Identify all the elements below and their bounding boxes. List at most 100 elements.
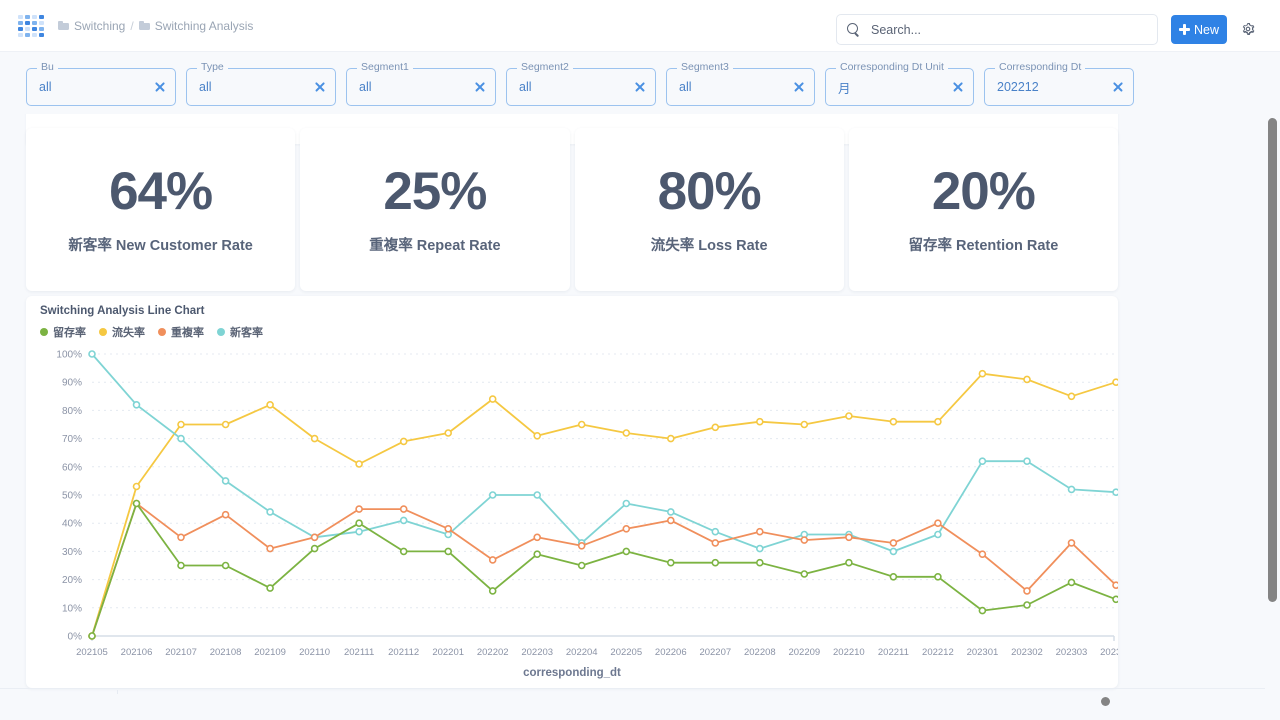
vertical-scrollbar[interactable] (1265, 52, 1280, 720)
data-point[interactable] (221, 420, 230, 429)
data-point[interactable] (355, 527, 363, 536)
data-point[interactable] (355, 519, 363, 527)
search-input[interactable] (869, 21, 1147, 38)
data-point[interactable] (666, 434, 675, 443)
data-point[interactable] (488, 395, 497, 403)
data-point[interactable] (889, 547, 898, 556)
data-point[interactable] (310, 544, 319, 553)
data-point[interactable] (533, 491, 542, 499)
data-point[interactable] (800, 570, 809, 578)
data-point[interactable] (711, 527, 720, 536)
data-point[interactable] (266, 400, 274, 409)
data-point[interactable] (1067, 578, 1076, 587)
data-point[interactable] (132, 400, 141, 409)
filter-field-segment2[interactable]: Segment2 all (506, 62, 656, 106)
data-point[interactable] (755, 558, 764, 567)
data-point[interactable] (132, 482, 141, 491)
data-point[interactable] (845, 558, 853, 567)
data-point[interactable] (399, 516, 408, 525)
legend-item-4[interactable]: 新客率 (217, 324, 263, 340)
data-point[interactable] (88, 350, 96, 358)
data-point[interactable] (399, 547, 408, 556)
data-point[interactable] (800, 420, 809, 429)
data-point[interactable] (1067, 485, 1076, 494)
dot-matrix-logo[interactable] (18, 14, 44, 37)
data-point[interactable] (266, 544, 274, 553)
data-point[interactable] (444, 525, 453, 533)
data-point[interactable] (622, 547, 631, 556)
data-point[interactable] (577, 420, 586, 429)
data-point[interactable] (310, 533, 319, 542)
horizontal-scrollbar-thumb[interactable] (1101, 697, 1110, 706)
data-point[interactable] (533, 432, 542, 440)
data-point[interactable] (889, 573, 898, 581)
data-point[interactable] (1023, 457, 1031, 465)
data-point[interactable] (177, 420, 185, 429)
data-point[interactable] (666, 516, 675, 525)
data-point[interactable] (978, 457, 987, 465)
clear-icon[interactable] (313, 80, 327, 94)
data-point[interactable] (221, 561, 230, 570)
data-point[interactable] (488, 556, 497, 564)
filter-field-type[interactable]: Type all (186, 62, 336, 106)
legend-item-3[interactable]: 重複率 (158, 324, 204, 340)
data-point[interactable] (266, 584, 274, 592)
data-point[interactable] (533, 550, 542, 558)
data-point[interactable] (444, 547, 453, 556)
data-point[interactable] (622, 525, 631, 533)
data-point[interactable] (711, 423, 720, 432)
clear-icon[interactable] (153, 80, 167, 94)
breadcrumb-item-switching-analysis[interactable]: Switching Analysis (138, 19, 253, 33)
data-point[interactable] (221, 477, 230, 485)
breadcrumb-item-switching[interactable]: Switching (58, 19, 125, 33)
data-point[interactable] (488, 491, 497, 499)
data-point[interactable] (845, 412, 853, 420)
settings-button[interactable] (1240, 21, 1256, 37)
clear-icon[interactable] (1111, 80, 1125, 94)
data-point[interactable] (1112, 595, 1118, 604)
data-point[interactable] (266, 508, 274, 516)
data-point[interactable] (1067, 392, 1076, 401)
data-point[interactable] (1112, 581, 1118, 589)
data-point[interactable] (889, 539, 898, 547)
data-point[interactable] (1067, 539, 1076, 547)
filter-field-segment1[interactable]: Segment1 all (346, 62, 496, 106)
data-point[interactable] (978, 369, 987, 378)
data-point[interactable] (577, 561, 586, 570)
data-point[interactable] (310, 434, 319, 443)
data-point[interactable] (399, 505, 408, 513)
data-point[interactable] (577, 542, 586, 550)
data-point[interactable] (177, 533, 185, 542)
data-point[interactable] (934, 519, 942, 527)
data-point[interactable] (1023, 375, 1031, 384)
data-point[interactable] (934, 530, 942, 539)
data-point[interactable] (978, 606, 987, 615)
vertical-scrollbar-thumb[interactable] (1268, 118, 1277, 602)
filter-field-corresponding-dt[interactable]: Corresponding Dt 202212 (984, 62, 1134, 106)
data-point[interactable] (1023, 587, 1031, 595)
clear-icon[interactable] (633, 80, 647, 94)
data-point[interactable] (177, 434, 185, 443)
clear-icon[interactable] (473, 80, 487, 94)
data-point[interactable] (845, 533, 853, 542)
data-point[interactable] (711, 539, 720, 547)
data-point[interactable] (934, 417, 942, 426)
data-point[interactable] (488, 587, 497, 595)
data-point[interactable] (1023, 601, 1031, 609)
data-point[interactable] (1112, 488, 1118, 496)
data-point[interactable] (88, 632, 96, 640)
data-point[interactable] (177, 561, 185, 570)
data-point[interactable] (1112, 378, 1118, 386)
data-point[interactable] (399, 437, 408, 446)
data-point[interactable] (666, 558, 675, 567)
data-point[interactable] (934, 573, 942, 581)
data-point[interactable] (889, 417, 898, 426)
filter-field-corresponding-dt-unit[interactable]: Corresponding Dt Unit 月 (825, 62, 974, 106)
legend-item-1[interactable]: 留存率 (40, 324, 86, 340)
data-point[interactable] (221, 510, 230, 519)
new-button[interactable]: New (1171, 15, 1227, 44)
clear-icon[interactable] (951, 80, 965, 94)
filter-field-segment3[interactable]: Segment3 all (666, 62, 815, 106)
filter-field-bu[interactable]: Bu all (26, 62, 176, 106)
horizontal-scrollbar[interactable] (0, 694, 1265, 706)
